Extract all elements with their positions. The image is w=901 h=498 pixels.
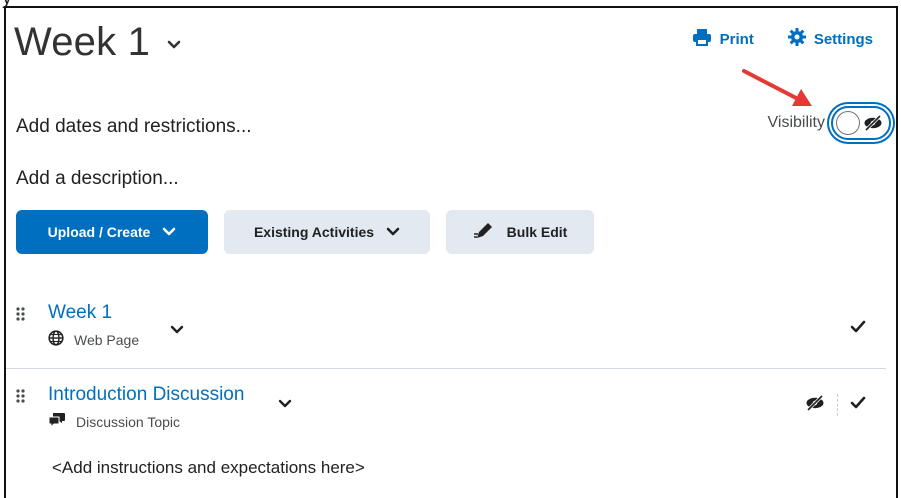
settings-label: Settings — [813, 30, 873, 48]
printer-icon — [692, 28, 712, 50]
list-item: Introduction Discussion Discussion Topic… — [6, 378, 886, 484]
upload-create-button[interactable]: Upload / Create — [16, 210, 208, 254]
pencil-icon — [473, 222, 495, 243]
print-button[interactable]: Print — [692, 28, 754, 50]
eye-hidden-icon — [863, 114, 883, 136]
action-buttons: Upload / Create Existing Activities Bulk… — [16, 210, 594, 254]
add-dates-restrictions-link[interactable]: Add dates and restrictions... — [16, 116, 252, 138]
print-label: Print — [719, 30, 754, 48]
visibility-toggle[interactable] — [831, 106, 891, 140]
bulk-edit-button[interactable]: Bulk Edit — [446, 210, 594, 254]
drag-handle-icon[interactable] — [16, 388, 26, 413]
settings-button[interactable]: Settings — [787, 28, 873, 50]
item-title[interactable]: Introduction Discussion — [48, 384, 244, 406]
visibility-control: Visibility — [767, 106, 891, 140]
item-instructions: <Add instructions and expectations here> — [52, 458, 365, 477]
title-row: Week 1 — [14, 20, 182, 65]
item-type: Web Page — [48, 330, 139, 349]
bulk-edit-label: Bulk Edit — [506, 224, 568, 240]
status-divider — [837, 394, 838, 416]
list-item: Week 1 Web Page — [6, 296, 886, 369]
visibility-label: Visibility — [767, 114, 826, 131]
drag-handle-icon[interactable] — [16, 306, 26, 331]
item-status — [805, 394, 866, 416]
existing-activities-label: Existing Activities — [253, 224, 375, 240]
item-type-label: Web Page — [74, 331, 140, 348]
item-type-label: Discussion Topic — [76, 413, 181, 430]
gear-icon — [787, 28, 806, 50]
eye-hidden-icon[interactable] — [805, 394, 825, 416]
page-title: Week 1 — [14, 20, 151, 64]
checkmark-icon[interactable] — [850, 396, 866, 415]
existing-activities-button[interactable]: Existing Activities — [224, 210, 430, 254]
chevron-down-icon — [386, 224, 400, 240]
add-description-link[interactable]: Add a description... — [16, 168, 179, 190]
chevron-down-icon — [162, 224, 176, 240]
globe-icon — [48, 330, 64, 349]
toggle-knob — [836, 111, 860, 135]
checkmark-icon[interactable] — [850, 320, 866, 339]
chevron-down-icon[interactable] — [170, 322, 184, 340]
item-type: Discussion Topic — [48, 412, 180, 431]
header-actions: Print Settings — [692, 28, 873, 50]
upload-create-label: Upload / Create — [47, 224, 151, 240]
discussion-icon — [48, 412, 66, 431]
item-title[interactable]: Week 1 — [48, 302, 112, 324]
title-chevron-icon[interactable] — [166, 38, 182, 56]
chevron-down-icon[interactable] — [278, 396, 292, 414]
